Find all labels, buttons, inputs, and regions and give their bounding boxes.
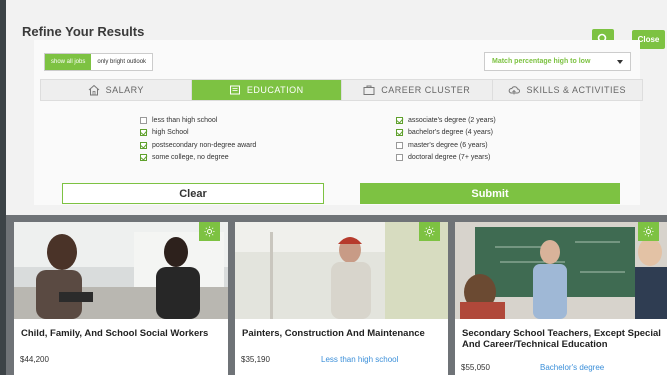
- option-less-than-high-school[interactable]: less than high school: [140, 114, 256, 127]
- tab-skills-activities[interactable]: Skills & Activities: [493, 80, 643, 100]
- sun-badge-icon[interactable]: [638, 222, 659, 241]
- option-bachelors[interactable]: bachelor's degree (4 years): [396, 127, 496, 140]
- checkbox-checked[interactable]: [396, 116, 403, 124]
- book-icon: [229, 85, 240, 95]
- job-cards: Child, Family, And School Social Workers…: [14, 222, 667, 375]
- top-strip: [6, 0, 667, 10]
- job-education-link[interactable]: Less than high school: [321, 355, 398, 364]
- tab-salary-label: Salary: [105, 85, 144, 95]
- option-associates[interactable]: associate's degree (2 years): [396, 114, 496, 127]
- job-card[interactable]: Child, Family, And School Social Workers…: [14, 222, 228, 375]
- outlook-toggle: show all jobs only bright outlook: [44, 53, 154, 71]
- option-high-school[interactable]: high School: [140, 127, 256, 140]
- sun-badge-icon[interactable]: [199, 222, 220, 241]
- job-card[interactable]: Painters, Construction And Maintenance $…: [235, 222, 448, 375]
- education-options-right: associate's degree (2 years) bachelor's …: [396, 114, 496, 164]
- job-title[interactable]: Child, Family, And School Social Workers: [21, 328, 226, 339]
- tab-salary[interactable]: Salary: [41, 80, 192, 100]
- job-photo: [14, 222, 228, 319]
- panel-title: Refine Your Results: [22, 24, 145, 39]
- education-options-left: less than high school high School postse…: [140, 114, 256, 164]
- option-masters[interactable]: master's degree (6 years): [396, 139, 496, 152]
- checkbox[interactable]: [140, 116, 147, 124]
- job-education-link[interactable]: Bachelor's degree: [540, 363, 604, 372]
- sort-select[interactable]: Match percentage high to low: [484, 52, 631, 71]
- checkbox[interactable]: [396, 141, 403, 149]
- option-some-college[interactable]: some college, no degree: [140, 152, 256, 165]
- option-postsecondary[interactable]: postsecondary non-degree award: [140, 139, 256, 152]
- job-photo: [455, 222, 667, 319]
- checkbox-checked[interactable]: [140, 129, 147, 137]
- filter-tabs: Salary Education Career Cluster Skills &…: [40, 79, 643, 101]
- submit-button[interactable]: Submit: [360, 183, 620, 204]
- option-doctoral[interactable]: doctoral degree (7+ years): [396, 152, 496, 165]
- checkbox[interactable]: [396, 154, 403, 162]
- sort-selected-value: Match percentage high to low: [492, 58, 591, 65]
- briefcase-icon: [363, 85, 375, 95]
- tab-education[interactable]: Education: [191, 80, 342, 100]
- bright-outlook-toggle[interactable]: only bright outlook: [91, 54, 152, 70]
- tab-education-label: Education: [246, 85, 304, 95]
- clear-button[interactable]: Clear: [62, 183, 324, 204]
- tab-career-cluster-label: Career Cluster: [381, 85, 471, 95]
- job-wage: $44,200: [20, 355, 49, 364]
- checkbox-checked[interactable]: [140, 154, 147, 162]
- job-photo: [235, 222, 448, 319]
- job-card[interactable]: Secondary School Teachers, Except Specia…: [455, 222, 667, 375]
- house-icon: [88, 84, 99, 96]
- tab-career-cluster[interactable]: Career Cluster: [342, 80, 493, 100]
- job-wage: $55,050: [461, 363, 490, 372]
- caret-down-icon: [617, 60, 623, 64]
- job-title[interactable]: Secondary School Teachers, Except Specia…: [462, 328, 666, 350]
- job-title[interactable]: Painters, Construction And Maintenance: [242, 328, 447, 339]
- checkbox-checked[interactable]: [396, 129, 403, 137]
- show-all-jobs-toggle[interactable]: show all jobs: [45, 54, 92, 70]
- sun-badge-icon[interactable]: [419, 222, 440, 241]
- cloud-icon: [509, 86, 521, 95]
- checkbox-checked[interactable]: [140, 141, 147, 149]
- tab-skills-activities-label: Skills & Activities: [526, 85, 627, 95]
- job-wage: $35,190: [241, 355, 270, 364]
